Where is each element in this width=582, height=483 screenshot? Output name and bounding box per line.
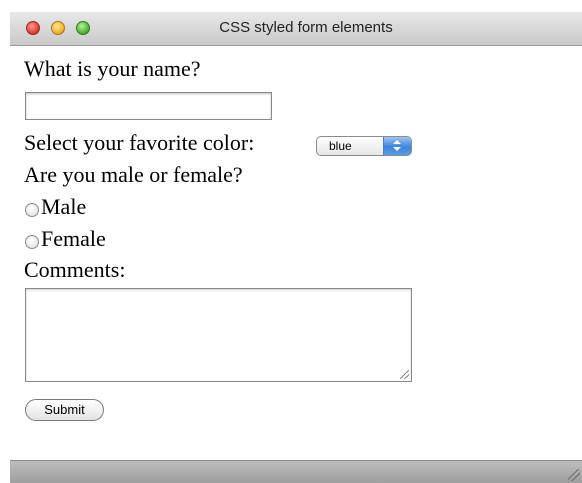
textarea-resize-icon[interactable] <box>400 370 409 379</box>
comments-label: Comments: <box>24 257 126 282</box>
resize-grip-icon[interactable] <box>568 469 580 481</box>
submit-button[interactable]: Submit <box>25 399 104 421</box>
status-bar <box>10 460 582 483</box>
color-select-value: blue <box>329 139 352 153</box>
radio-female[interactable] <box>25 235 39 249</box>
name-label: What is your name? <box>24 56 201 81</box>
updown-arrows-icon <box>383 137 411 155</box>
color-select[interactable]: blue <box>316 136 412 156</box>
color-label: Select your favorite color: <box>24 130 255 155</box>
title-bar: CSS styled form elements <box>10 12 582 46</box>
browser-window: CSS styled form elements What is your na… <box>0 0 582 483</box>
comments-textarea[interactable] <box>25 288 412 382</box>
radio-male-label: Male <box>41 194 87 219</box>
window-title: CSS styled form elements <box>219 19 393 36</box>
name-input[interactable] <box>25 92 272 120</box>
radio-female-label: Female <box>41 226 106 251</box>
gender-label: Are you male or female? <box>24 162 243 187</box>
form-content: What is your name? Select your favorite … <box>10 46 582 460</box>
radio-male[interactable] <box>25 203 39 217</box>
